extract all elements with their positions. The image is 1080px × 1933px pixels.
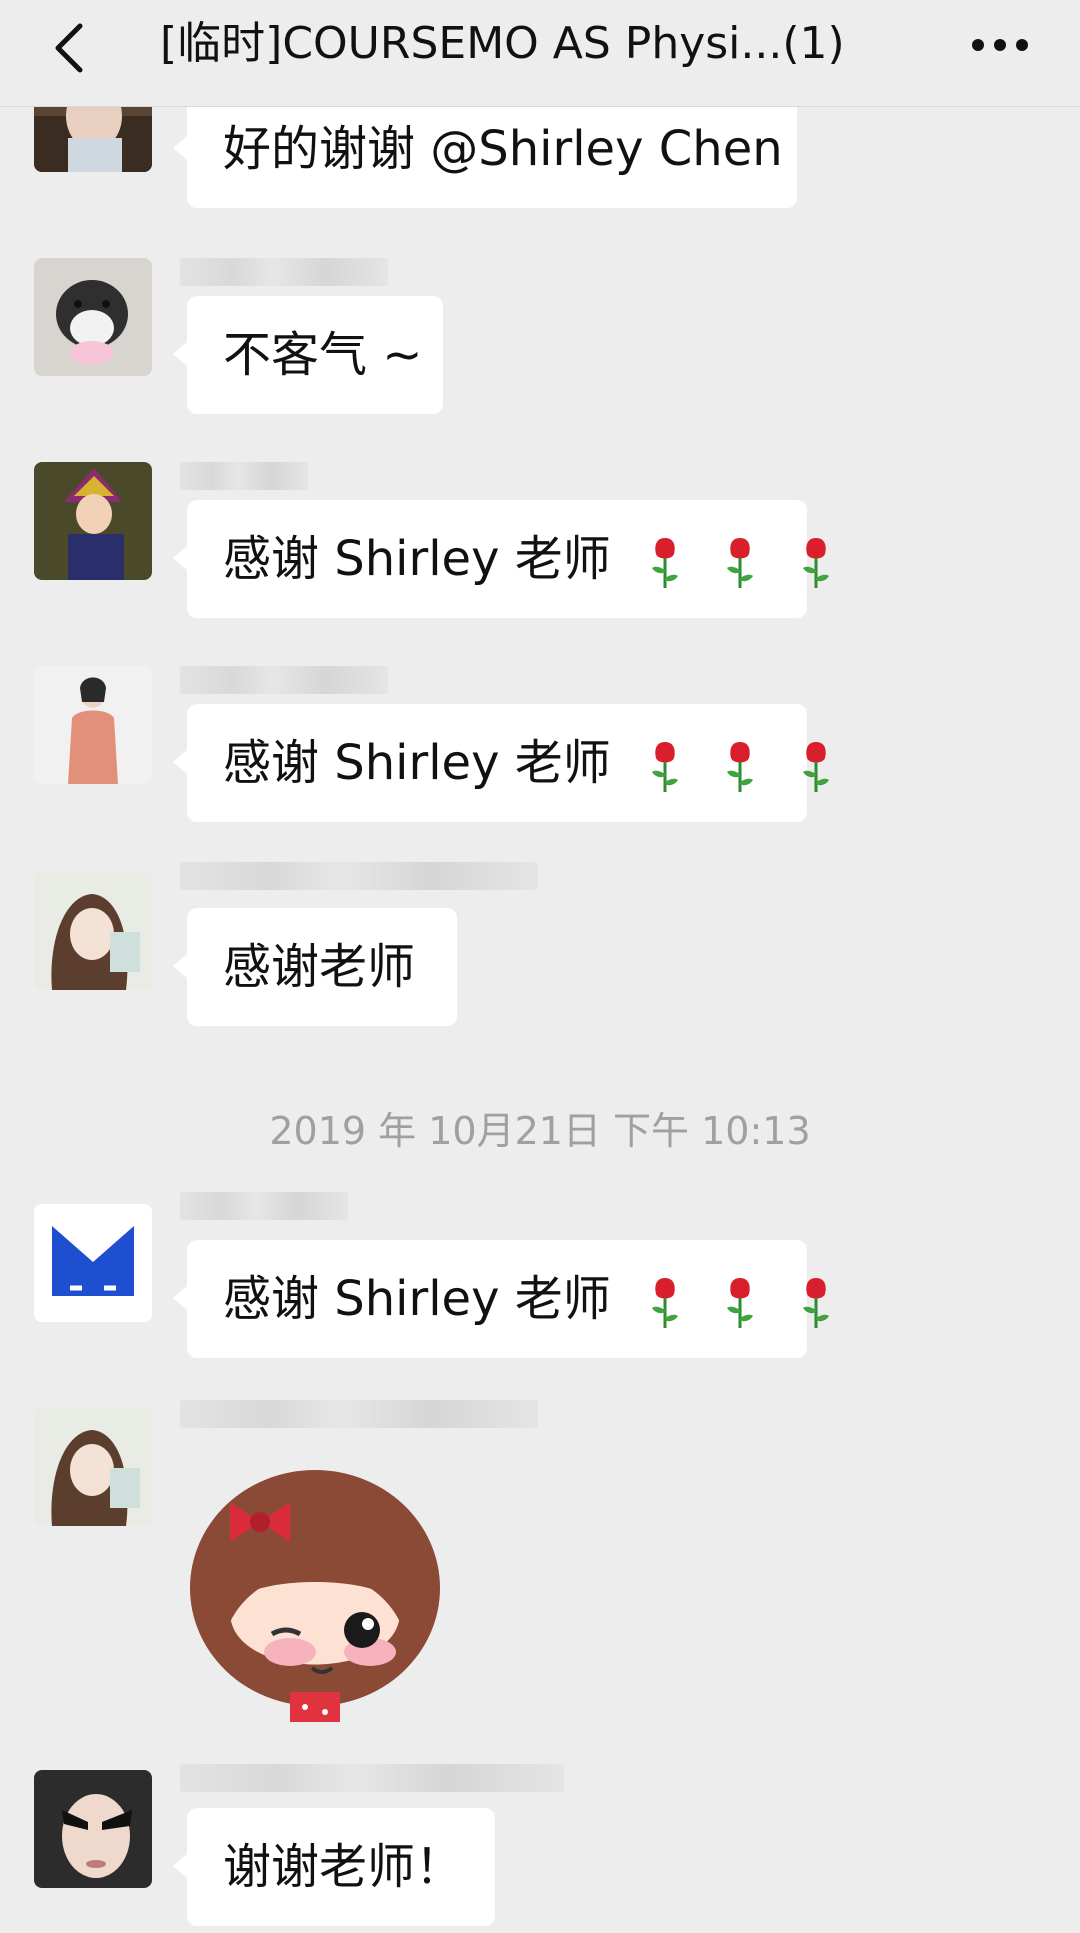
sender-name-blurred <box>180 1192 348 1220</box>
message-text: 谢谢老师！ <box>223 1839 464 1895</box>
chat-header: [临时]COURSEMO AS Physi...(1) <box>0 0 1080 107</box>
avatar[interactable] <box>34 1408 152 1526</box>
chevron-left-icon <box>55 23 83 73</box>
message-bubble[interactable]: 感谢老师 <box>173 908 457 1026</box>
rose-icon <box>802 742 829 792</box>
rose-icon <box>652 1278 679 1328</box>
message-bubble[interactable]: 谢谢老师！ <box>173 1808 495 1926</box>
rose-icon <box>727 538 754 588</box>
sticker-cartoon-girl-wink[interactable] <box>190 1462 490 1722</box>
avatar[interactable] <box>34 462 152 580</box>
back-button[interactable] <box>40 18 100 78</box>
rose-icon <box>802 538 829 588</box>
message-bubble[interactable]: 感谢 Shirley 老师 <box>173 500 829 618</box>
sender-name-blurred <box>180 1400 538 1428</box>
avatar[interactable] <box>34 1770 152 1888</box>
rose-icon <box>727 742 754 792</box>
rose-icon <box>652 742 679 792</box>
rose-icon <box>802 1278 829 1328</box>
rose-icon <box>727 1278 754 1328</box>
message-text: 感谢 Shirley 老师 <box>223 735 611 791</box>
avatar[interactable] <box>34 872 152 990</box>
message-text: 感谢 Shirley 老师 <box>223 1271 611 1327</box>
message-text: 好的谢谢 @Shirley Chen <box>223 121 783 177</box>
sender-name-blurred <box>180 462 308 490</box>
sender-name-blurred <box>180 666 388 694</box>
chat-title: [临时]COURSEMO AS Physi...(1) <box>160 18 845 69</box>
sender-name-blurred <box>180 862 538 890</box>
sender-name-blurred <box>180 258 388 286</box>
avatar[interactable] <box>34 666 152 784</box>
message-bubble[interactable]: 不客气 ~ <box>173 296 443 414</box>
message-text: 不客气 ~ <box>223 327 423 383</box>
message-text: 感谢 Shirley 老师 <box>223 531 611 587</box>
avatar[interactable] <box>34 1204 152 1322</box>
more-dots-icon <box>972 39 1028 51</box>
message-bubble[interactable]: 好的谢谢 @Shirley Chen <box>173 90 797 208</box>
sender-name-blurred <box>180 1764 564 1792</box>
message-bubble[interactable]: 感谢 Shirley 老师 <box>173 704 829 822</box>
message-bubble[interactable]: 感谢 Shirley 老师 <box>173 1240 829 1358</box>
rose-icon <box>652 538 679 588</box>
chat-timestamp: 2019 年 10月21日 下午 10:13 <box>269 1109 811 1153</box>
avatar[interactable] <box>34 258 152 376</box>
more-button[interactable] <box>968 20 1032 70</box>
message-text: 感谢老师 <box>223 939 416 995</box>
